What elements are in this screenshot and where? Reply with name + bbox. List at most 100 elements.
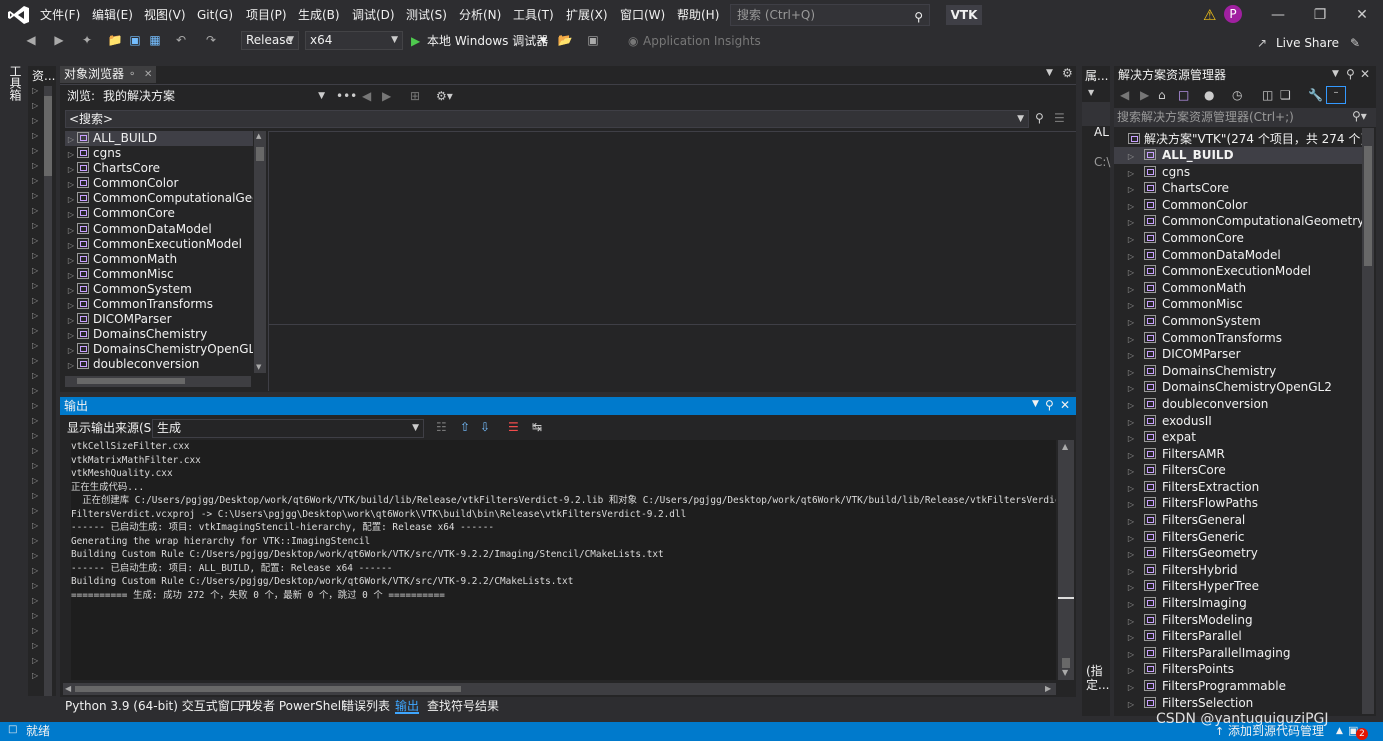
menu-item[interactable]: 扩展(X)	[566, 7, 608, 23]
tree-expander-icon[interactable]: ▷	[32, 521, 38, 530]
tree-expander-icon[interactable]: ▷	[32, 221, 38, 230]
tree-expander-icon[interactable]: ▷	[32, 296, 38, 305]
back-icon[interactable]: ◀	[362, 88, 371, 104]
play-icon[interactable]: ▶	[411, 33, 420, 49]
tree-expander-icon[interactable]: ▷	[32, 491, 38, 500]
chevron-up-icon[interactable]: ▲	[1336, 723, 1343, 740]
bottom-tab[interactable]: 错误列表	[342, 698, 390, 714]
bottom-tab[interactable]: 输出	[395, 698, 420, 714]
collapse-all-icon[interactable]: ◫	[1262, 88, 1273, 102]
open-folder-icon[interactable]: 📁	[106, 31, 124, 49]
solution-tree-item[interactable]: ▷ CommonTransforms	[1114, 330, 1362, 347]
output-titlebar[interactable]: 输出 ▼ ⚲ ✕	[60, 397, 1076, 415]
solution-tree-item[interactable]: ▷ expat	[1114, 429, 1362, 446]
solution-tree-item[interactable]: ▷ DICOMParser	[1114, 346, 1362, 363]
output-hscroll[interactable]: ◀ ▶	[63, 683, 1056, 695]
expander-icon[interactable]: ▷	[65, 328, 77, 343]
tree-expander-icon[interactable]: ▷	[32, 236, 38, 245]
chevron-down-icon[interactable]: ▼	[1017, 111, 1024, 127]
menu-item[interactable]: Git(G)	[197, 7, 233, 23]
close-icon[interactable]: ✕	[1360, 67, 1370, 81]
solution-tree-item[interactable]: ▷ ALL_BUILD	[1114, 147, 1362, 164]
tree-item[interactable]: ▷ CommonSystem	[65, 282, 253, 297]
menu-item[interactable]: 项目(P)	[246, 7, 287, 23]
solution-tree-item[interactable]: ▷ CommonMath	[1114, 280, 1362, 297]
chevron-down-icon[interactable]: ▼	[1032, 399, 1039, 409]
tree-item[interactable]: ▷ CommonExecutionModel	[65, 237, 253, 252]
tree-item[interactable]: ▷ doubleconversion	[65, 357, 253, 372]
tree-expander-icon[interactable]: ▷	[32, 671, 38, 680]
solution-tree-item[interactable]: ▷ FiltersParallel	[1114, 628, 1362, 645]
menu-item[interactable]: 编辑(E)	[92, 7, 133, 23]
gear-icon[interactable]: ⚙	[1062, 66, 1073, 80]
expander-icon[interactable]: ▷	[65, 238, 77, 253]
solution-tree-item[interactable]: ▷ FiltersParallelImaging	[1114, 645, 1362, 662]
menu-item[interactable]: 视图(V)	[144, 7, 186, 23]
tree-expander-icon[interactable]: ▷	[32, 356, 38, 365]
menu-item[interactable]: 文件(F)	[40, 7, 80, 23]
browse-select[interactable]: 我的解决方案 ▼	[98, 87, 330, 106]
avatar[interactable]: P	[1224, 5, 1242, 23]
tree-expander-icon[interactable]: ▷	[32, 566, 38, 575]
solution-tree-item[interactable]: ▷ FiltersProgrammable	[1114, 678, 1362, 695]
switch-views-icon[interactable]: □	[1178, 88, 1189, 102]
tree-expander-icon[interactable]: ▷	[32, 146, 38, 155]
solution-tree-item[interactable]: ▷ FiltersHybrid	[1114, 562, 1362, 579]
expander-icon[interactable]: ▷	[65, 298, 77, 313]
strip-scrollbar[interactable]	[44, 86, 52, 696]
git-changes-icon[interactable]: ●	[1204, 88, 1214, 102]
home-icon[interactable]: ⌂	[1158, 88, 1166, 102]
menu-item[interactable]: 调试(D)	[352, 7, 395, 23]
solution-tree-item[interactable]: ▷ exodusII	[1114, 413, 1362, 430]
chevron-down-icon[interactable]: ▼	[540, 33, 547, 49]
forward-icon[interactable]: ▶	[50, 31, 68, 49]
tree-expander-icon[interactable]: ▷	[32, 416, 38, 425]
undo-icon[interactable]: ↶	[172, 31, 190, 49]
pending-changes-icon[interactable]: ◷	[1232, 88, 1242, 102]
object-tree-vscroll[interactable]: ▲ ▼	[254, 131, 266, 373]
close-button[interactable]: ✕	[1347, 4, 1377, 26]
tree-expander-icon[interactable]: ▷	[32, 311, 38, 320]
tree-expander-icon[interactable]: ▷	[32, 191, 38, 200]
solution-tree-item[interactable]: ▷ FiltersSelection	[1114, 695, 1362, 712]
word-wrap-icon[interactable]: ↹	[532, 420, 542, 434]
chevron-down-icon[interactable]: ▼	[1088, 88, 1094, 97]
tree-expander-icon[interactable]: ▷	[32, 611, 38, 620]
add-reference-icon[interactable]: ⊞	[410, 88, 420, 104]
solution-tree-item[interactable]: ▷ FiltersExtraction	[1114, 479, 1362, 496]
forward-icon[interactable]: ▶	[1140, 88, 1149, 102]
tree-expander-icon[interactable]: ▷	[32, 461, 38, 470]
tree-item[interactable]: ▷ ChartsCore	[65, 161, 253, 176]
tree-item[interactable]: ▷ cgns	[65, 146, 253, 161]
tree-item[interactable]: ▷ DomainsChemistry	[65, 327, 253, 342]
output-source-select[interactable]: 生成 ▼	[152, 419, 424, 438]
clear-all-icon[interactable]: ☰	[508, 420, 519, 434]
tree-expander-icon[interactable]: ▷	[32, 116, 38, 125]
solution-tree-item[interactable]: ▷ FiltersAMR	[1114, 446, 1362, 463]
bottom-tab[interactable]: 查找符号结果	[427, 698, 499, 714]
expander-icon[interactable]: ▷	[65, 162, 77, 177]
more-icon[interactable]: •••	[336, 88, 357, 104]
save-all-icon[interactable]: ▦	[146, 31, 164, 49]
close-tab-icon[interactable]: ✕	[144, 67, 152, 82]
tree-item[interactable]: ▷ DICOMParser	[65, 312, 253, 327]
expander-icon[interactable]: ▷	[65, 192, 77, 207]
close-icon[interactable]: ✕	[1060, 398, 1070, 412]
warning-icon[interactable]: ⚠	[1203, 6, 1216, 24]
tree-expander-icon[interactable]: ▷	[32, 386, 38, 395]
tree-expander-icon[interactable]: ▷	[32, 551, 38, 560]
object-search-input[interactable]: <搜索> ▼	[65, 110, 1029, 128]
clear-search-icon[interactable]: ☰	[1054, 111, 1065, 125]
expander-icon[interactable]: ▷	[65, 358, 77, 373]
tree-expander-icon[interactable]: ▷	[32, 86, 38, 95]
menu-item[interactable]: 生成(B)	[298, 7, 340, 23]
expander-icon[interactable]: ▷	[1122, 697, 1140, 712]
menu-item[interactable]: 分析(N)	[459, 7, 501, 23]
platform-select[interactable]: x64 ▼	[305, 31, 403, 50]
solution-tree-item[interactable]: ▷ FiltersImaging	[1114, 595, 1362, 612]
tree-expander-icon[interactable]: ▷	[32, 431, 38, 440]
expander-icon[interactable]: ▷	[65, 132, 77, 147]
tree-expander-icon[interactable]: ▷	[32, 626, 38, 635]
tree-expander-icon[interactable]: ▷	[32, 536, 38, 545]
expander-icon[interactable]: ▷	[65, 268, 77, 283]
